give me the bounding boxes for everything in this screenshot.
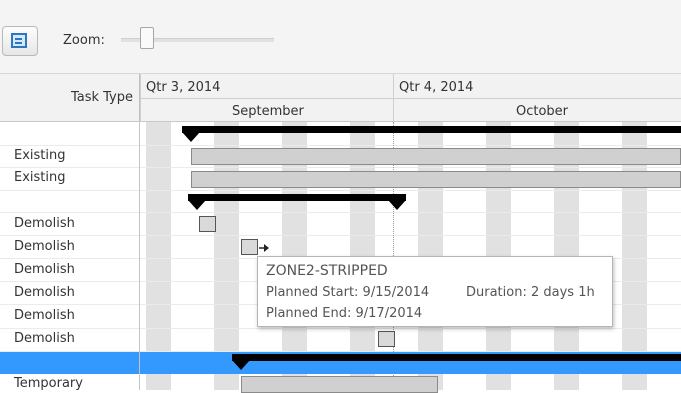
header-row-divider xyxy=(140,98,681,99)
task-tooltip: ZONE2-STRIPPED Planned Start: 9/15/2014 … xyxy=(257,256,613,327)
summary-end-marker xyxy=(388,200,406,210)
row-divider xyxy=(0,328,681,329)
summary-bar[interactable] xyxy=(188,194,406,201)
task-box[interactable] xyxy=(378,331,395,347)
link-cursor-icon xyxy=(259,244,269,252)
summary-start-marker xyxy=(232,360,250,370)
task-type-column-header[interactable]: Task Type xyxy=(0,74,140,122)
row-label[interactable]: Demolish xyxy=(14,262,134,278)
row-label[interactable]: Demolish xyxy=(14,216,134,232)
tooltip-task-name: ZONE2-STRIPPED xyxy=(266,263,388,279)
row-divider xyxy=(0,190,681,191)
tooltip-planned-end: Planned End: 9/17/2014 xyxy=(266,306,423,321)
zoom-slider-thumb[interactable] xyxy=(140,27,154,49)
quarter-label: Qtr 4, 2014 xyxy=(399,80,474,95)
row-label[interactable]: Demolish xyxy=(14,285,134,301)
row-label[interactable]: Existing xyxy=(14,148,134,164)
row-label[interactable]: Demolish xyxy=(14,331,134,347)
month-label: October xyxy=(516,104,569,119)
row-divider xyxy=(0,212,681,213)
task-bar[interactable] xyxy=(191,171,681,188)
nonworking-band xyxy=(146,122,171,390)
task-type-header-label: Task Type xyxy=(70,90,133,105)
panel-view-icon xyxy=(11,33,27,48)
summary-bar[interactable] xyxy=(182,126,681,133)
zoom-label: Zoom: xyxy=(63,33,105,48)
view-toggle-button[interactable] xyxy=(2,26,38,56)
month-label: September xyxy=(232,104,304,119)
quarter-label: Qtr 3, 2014 xyxy=(146,80,221,95)
grid-column-divider[interactable] xyxy=(139,122,140,390)
tooltip-planned-start: Planned Start: 9/15/2014 xyxy=(266,285,430,300)
summary-bar[interactable] xyxy=(232,354,681,361)
tooltip-duration: Duration: 2 days 1h xyxy=(466,285,595,300)
summary-start-marker xyxy=(182,132,200,142)
task-bar[interactable] xyxy=(241,376,438,393)
row-label[interactable]: Existing xyxy=(14,170,134,186)
row-divider xyxy=(0,167,681,168)
summary-start-marker xyxy=(188,200,206,210)
task-bar[interactable] xyxy=(191,148,681,165)
row-label[interactable]: Demolish xyxy=(14,308,134,324)
row-divider xyxy=(0,235,681,236)
task-box-hovered[interactable] xyxy=(241,239,258,255)
row-divider xyxy=(0,145,681,146)
row-label[interactable]: Demolish xyxy=(14,239,134,255)
task-box[interactable] xyxy=(199,216,216,232)
